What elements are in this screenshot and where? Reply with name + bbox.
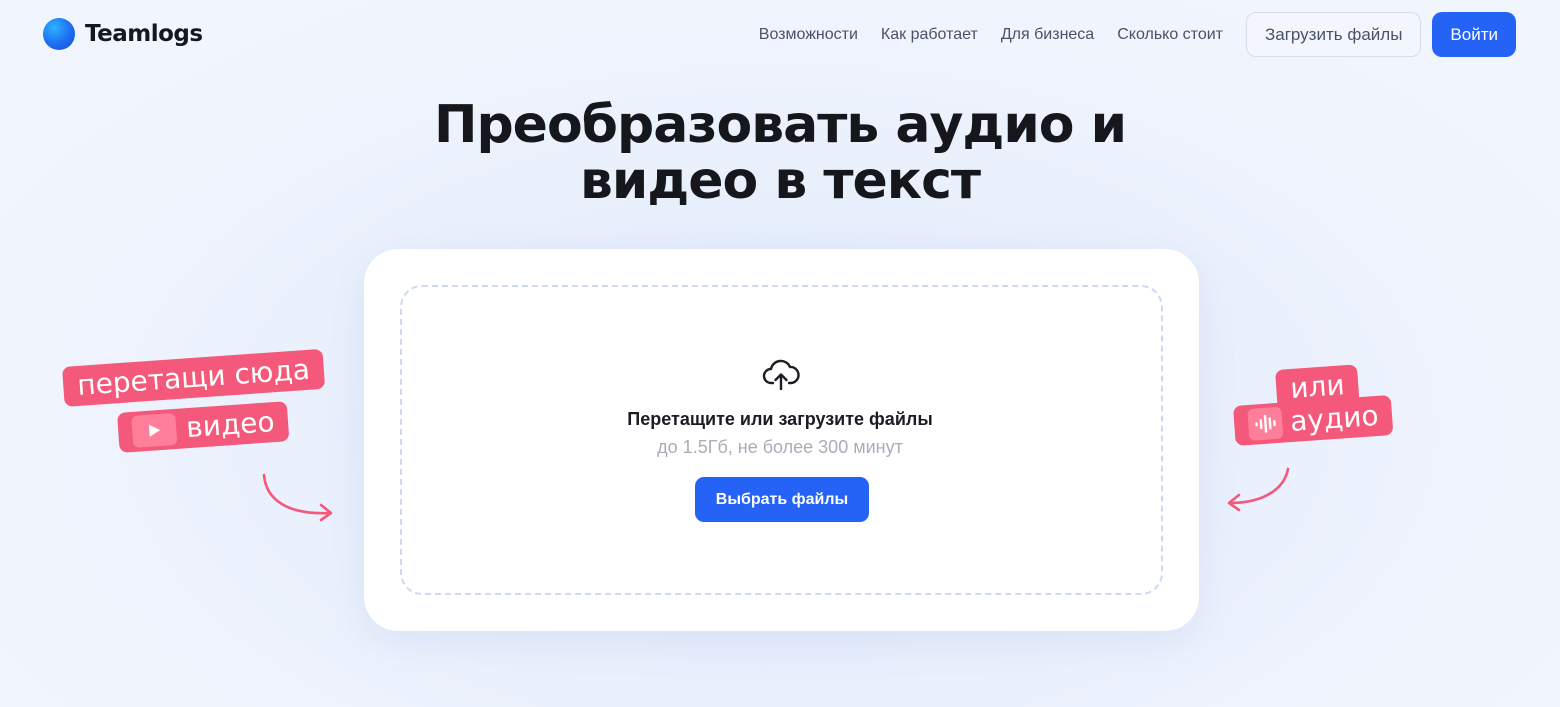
choose-files-button[interactable]: Выбрать файлы — [695, 477, 869, 522]
curved-arrow-left-icon — [1227, 467, 1290, 512]
sticker-drag-here-text: перетащи сюда — [76, 352, 311, 402]
upload-files-button[interactable]: Загрузить файлы — [1246, 12, 1422, 57]
audio-wave-icon — [1247, 406, 1284, 441]
logo-mark-icon — [43, 18, 75, 50]
page-title-line-2: видео в текст — [579, 151, 981, 211]
login-button[interactable]: Войти — [1432, 12, 1516, 57]
play-icon — [131, 412, 178, 448]
page-title: Преобразовать аудио и видео в текст — [0, 97, 1560, 209]
logo-text: Teamlogs — [85, 21, 203, 47]
nav-link-business[interactable]: Для бизнеса — [1001, 12, 1094, 57]
curved-arrow-right-icon — [262, 473, 333, 522]
top-nav: Возможности Как работает Для бизнеса Ско… — [759, 12, 1516, 57]
nav-link-pricing[interactable]: Сколько стоит — [1117, 12, 1223, 57]
nav-link-how-it-works[interactable]: Как работает — [881, 12, 978, 57]
page-title-line-1: Преобразовать аудио и — [433, 95, 1127, 155]
cloud-upload-icon — [762, 359, 800, 391]
sticker-drag-here: перетащи сюда — [62, 348, 326, 407]
sticker-audio-text: аудио — [1289, 398, 1380, 439]
nav-link-features[interactable]: Возможности — [759, 12, 858, 57]
logo[interactable]: Teamlogs — [43, 18, 203, 50]
sticker-video-text: видео — [185, 405, 276, 445]
